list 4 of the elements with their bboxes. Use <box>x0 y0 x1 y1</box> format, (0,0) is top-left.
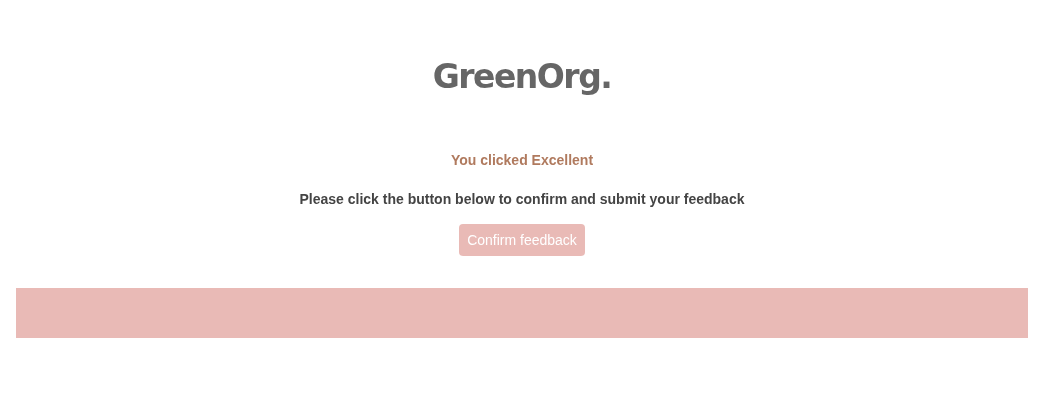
selection-message: You clicked Excellent <box>450 152 594 168</box>
instruction-text: Please click the button below to confirm and submit your feedback <box>299 191 745 207</box>
logo: GreenOrg. <box>432 56 612 98</box>
confirm-button[interactable]: Confirm feedback <box>459 224 585 256</box>
